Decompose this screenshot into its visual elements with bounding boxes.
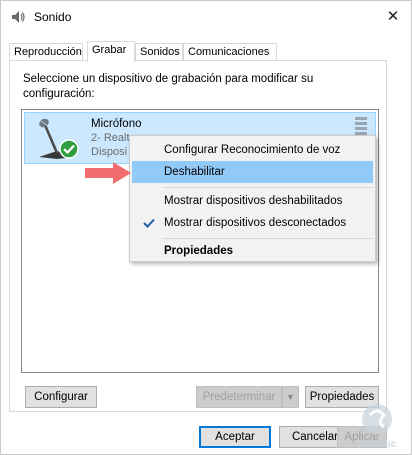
predeterminar-dropdown[interactable]: ▼: [282, 386, 299, 408]
device-status: Disposi: [91, 146, 128, 158]
red-arrow-annotation: [85, 162, 131, 184]
checkmark-icon: [143, 218, 155, 228]
propiedades-button[interactable]: Propiedades: [305, 386, 379, 408]
device-description: 2- Realt: [91, 132, 130, 144]
aceptar-button[interactable]: Aceptar: [199, 426, 271, 448]
predeterminar-button[interactable]: Predeterminar: [196, 386, 282, 408]
speaker-icon: [12, 11, 25, 23]
configurar-button[interactable]: Configurar: [25, 386, 97, 408]
menu-item-mostrar-deshabilitados[interactable]: Mostrar dispositivos deshabilitados: [132, 190, 373, 212]
tab-sonidos[interactable]: Sonidos: [135, 43, 183, 61]
green-check-icon: [59, 139, 79, 159]
menu-item-mostrar-desconectados[interactable]: Mostrar dispositivos desconectados: [132, 212, 373, 234]
aplicar-button[interactable]: Aplicar: [337, 426, 387, 448]
chevron-down-icon: ▼: [286, 392, 295, 402]
device-name: Micrófono: [91, 118, 142, 130]
tab-reproduccion[interactable]: Reproducción: [9, 43, 83, 61]
close-icon: ✕: [386, 8, 400, 25]
window-title: Sonido: [34, 10, 72, 24]
menu-item-configurar-reconocimiento[interactable]: Configurar Reconocimiento de voz: [132, 139, 373, 161]
menu-item-deshabilitar[interactable]: Deshabilitar: [132, 161, 373, 183]
menu-separator: [162, 238, 373, 239]
context-menu: Configurar Reconocimiento de voz Deshabi…: [129, 135, 376, 262]
menu-item-label: Mostrar dispositivos desconectados: [164, 217, 347, 229]
tab-comunicaciones[interactable]: Comunicaciones: [183, 43, 277, 61]
instructions-text: Seleccione un dispositivo de grabación p…: [23, 73, 314, 100]
menu-item-propiedades[interactable]: Propiedades: [132, 240, 373, 262]
tab-grabar[interactable]: Grabar: [87, 41, 135, 62]
close-button[interactable]: ✕: [381, 5, 405, 27]
title-bar: Sonido ✕: [1, 1, 411, 32]
menu-separator: [162, 187, 373, 188]
sound-dialog: Sonido ✕ Reproducción Grabar Sonidos Com…: [0, 0, 412, 455]
